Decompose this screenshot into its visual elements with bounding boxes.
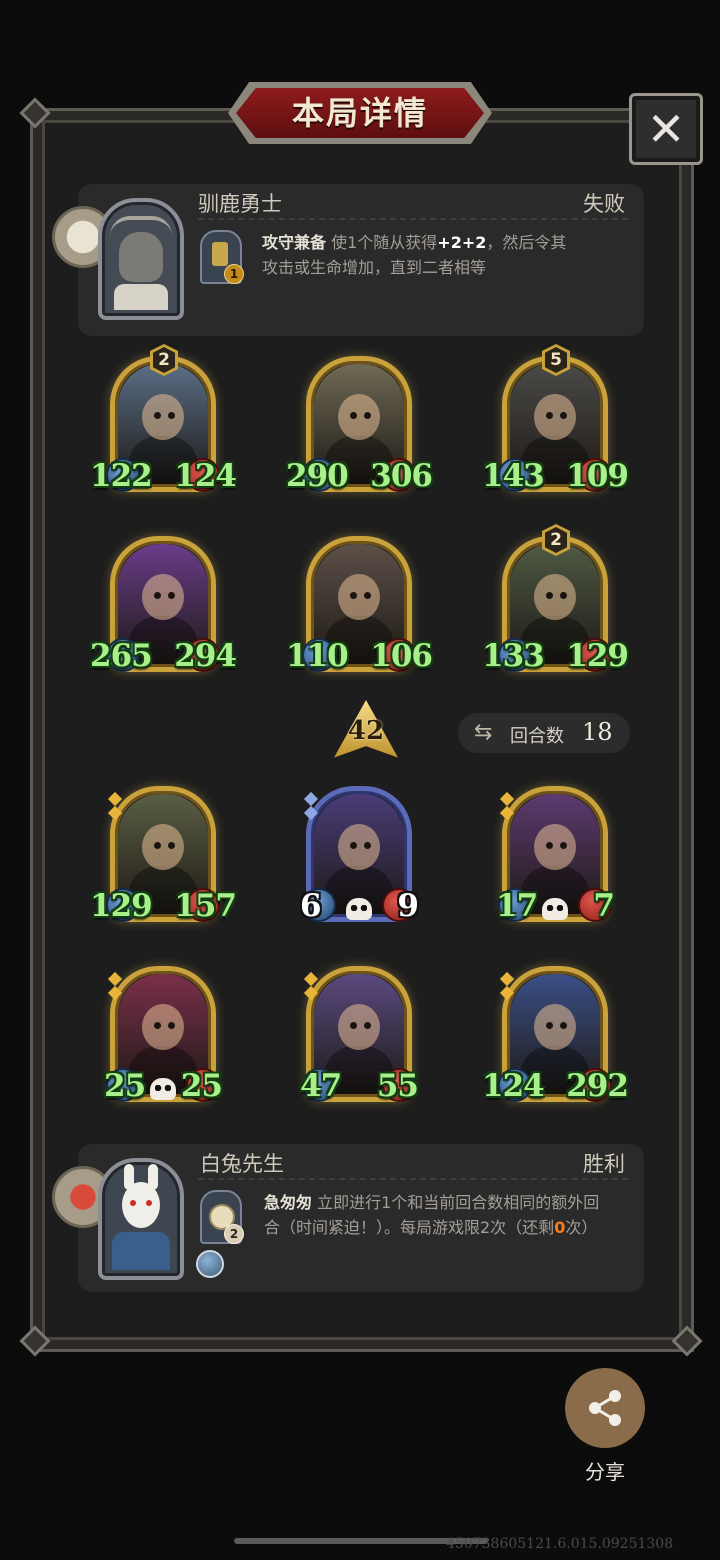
player-name: 白兔先生 bbox=[200, 1152, 284, 1176]
player-minion-card[interactable]: 47 55 bbox=[300, 960, 419, 1108]
player-minion-card[interactable]: 69 bbox=[300, 780, 419, 928]
opponent-skill-description: 攻守兼备 使1个随从获得+2+2，然后令其 攻击或生命增加，直到二者相等 bbox=[262, 230, 632, 280]
opponent-minion-card[interactable]: 2 122 124 bbox=[90, 344, 237, 498]
minion-health: 129 bbox=[566, 638, 629, 674]
opponent-minion-card[interactable]: 2 133 129 bbox=[482, 524, 629, 678]
build-id: 450738605121.6.015.09251308 bbox=[446, 1536, 674, 1552]
minion-attack: 133 bbox=[482, 638, 545, 674]
minion-health: 157 bbox=[174, 888, 237, 924]
share-button[interactable] bbox=[565, 1368, 645, 1448]
skill-text: ，然后令其 bbox=[486, 233, 567, 252]
player-avatar bbox=[98, 1158, 184, 1280]
minion-health: 294 bbox=[174, 638, 237, 674]
level-value: 42 bbox=[347, 716, 385, 746]
minion-attack: 17 bbox=[496, 888, 538, 924]
player-minion-card[interactable]: 129 157 bbox=[90, 780, 237, 928]
page-title: 本局详情 bbox=[291, 94, 428, 132]
minion-attack: 47 bbox=[300, 1068, 342, 1104]
minion-attack: 6 bbox=[300, 888, 322, 924]
divider bbox=[198, 218, 628, 220]
minion-attack: 290 bbox=[286, 458, 349, 494]
minion-health: 55 bbox=[376, 1068, 419, 1104]
player-minion-card[interactable]: 25 25 bbox=[104, 960, 223, 1108]
share-icon bbox=[589, 1390, 621, 1426]
trinket-icon[interactable] bbox=[196, 1250, 224, 1278]
tier-value: 5 bbox=[545, 347, 567, 373]
skill-name: 攻守兼备 bbox=[262, 233, 327, 252]
minion-health: 124 bbox=[174, 458, 237, 494]
minion-health: 9 bbox=[397, 888, 419, 924]
skill-name: 急匆匆 bbox=[264, 1193, 313, 1212]
rounds-counter: ⇆ 回合数 18 bbox=[458, 713, 630, 753]
player-minion-card[interactable]: 124 292 bbox=[482, 960, 629, 1108]
close-icon: ✕ bbox=[646, 102, 686, 156]
minion-health: 109 bbox=[566, 458, 629, 494]
skull-icon bbox=[346, 898, 372, 920]
minion-attack: 122 bbox=[90, 458, 153, 494]
player-result: 胜利 bbox=[583, 1152, 625, 1176]
minion-health: 106 bbox=[370, 638, 433, 674]
skill-text: 次） bbox=[565, 1218, 598, 1237]
minion-health: 306 bbox=[370, 458, 433, 494]
cycle-icon: ⇆ bbox=[474, 720, 493, 745]
opponent-result: 失败 bbox=[583, 192, 625, 216]
opponent-minion-card[interactable]: 5 143 109 bbox=[482, 344, 629, 498]
minion-attack: 265 bbox=[90, 638, 153, 674]
skill-level-badge: 1 bbox=[224, 264, 244, 284]
rounds-value: 18 bbox=[582, 718, 613, 746]
minion-attack: 124 bbox=[482, 1068, 545, 1104]
skill-bonus: +2+2 bbox=[437, 233, 487, 252]
opponent-avatar bbox=[98, 198, 184, 320]
minion-attack: 143 bbox=[482, 458, 545, 494]
minion-health: 25 bbox=[180, 1068, 223, 1104]
player-minion-card[interactable]: 17 7 bbox=[496, 780, 615, 928]
minion-health: 292 bbox=[566, 1068, 629, 1104]
opponent-name: 驯鹿勇士 bbox=[198, 192, 282, 216]
player-skill-description: 急匆匆 立即进行1个和当前回合数相同的额外回 合（时间紧迫！）。每局游戏限2次（… bbox=[264, 1190, 636, 1240]
skill-text: 使1个随从获得 bbox=[331, 233, 438, 252]
skull-icon bbox=[150, 1078, 176, 1100]
rounds-label: 回合数 bbox=[510, 726, 564, 747]
tier-value: 2 bbox=[545, 527, 567, 553]
skill-level-badge: 2 bbox=[224, 1224, 244, 1244]
tier-value: 2 bbox=[153, 347, 175, 373]
share-label: 分享 bbox=[585, 1460, 625, 1484]
divider bbox=[198, 1178, 628, 1180]
minion-attack: 110 bbox=[286, 638, 349, 674]
skill-text: 合（时间紧迫！）。每局游戏限2次（还剩 bbox=[264, 1218, 555, 1237]
minion-attack: 25 bbox=[104, 1068, 146, 1104]
close-button[interactable]: ✕ bbox=[629, 93, 703, 165]
skill-text: 攻击或生命增加，直到二者相等 bbox=[262, 258, 487, 277]
minion-health: 7 bbox=[593, 888, 615, 924]
opponent-minion-card[interactable]: 290 306 bbox=[286, 350, 433, 498]
skill-remaining: 0 bbox=[554, 1218, 566, 1237]
opponent-minion-card[interactable]: 110 106 bbox=[286, 530, 433, 678]
skull-icon bbox=[542, 898, 568, 920]
skill-text: 立即进行1个和当前回合数相同的额外回 bbox=[317, 1193, 600, 1212]
minion-attack: 129 bbox=[90, 888, 153, 924]
opponent-minion-card[interactable]: 265 294 bbox=[90, 530, 237, 678]
